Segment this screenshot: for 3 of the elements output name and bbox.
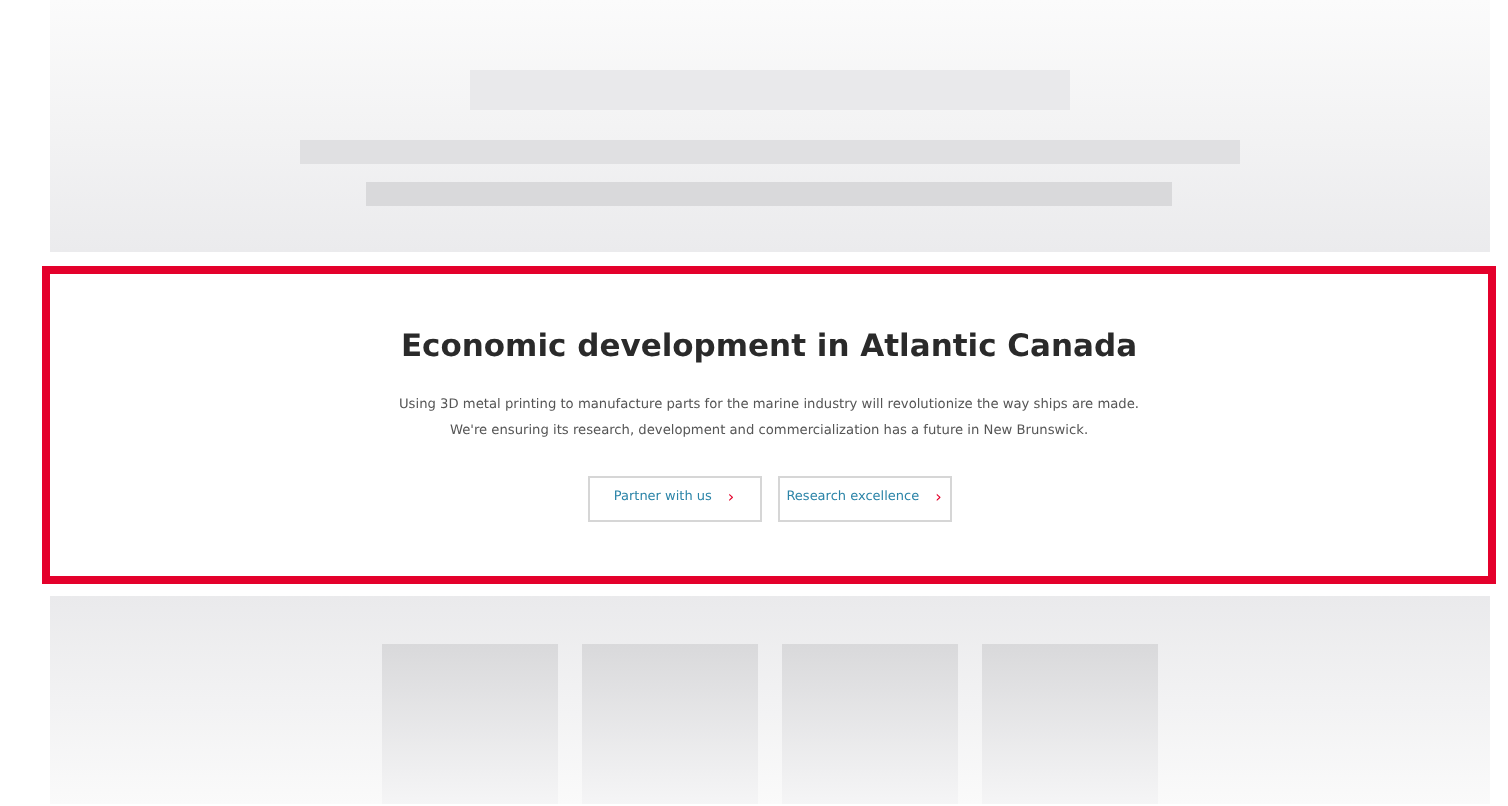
section-heading: Economic development in Atlantic Canada: [400, 328, 1138, 366]
chevron-icon: ›: [935, 486, 942, 511]
chevron-icon: ›: [727, 486, 735, 511]
